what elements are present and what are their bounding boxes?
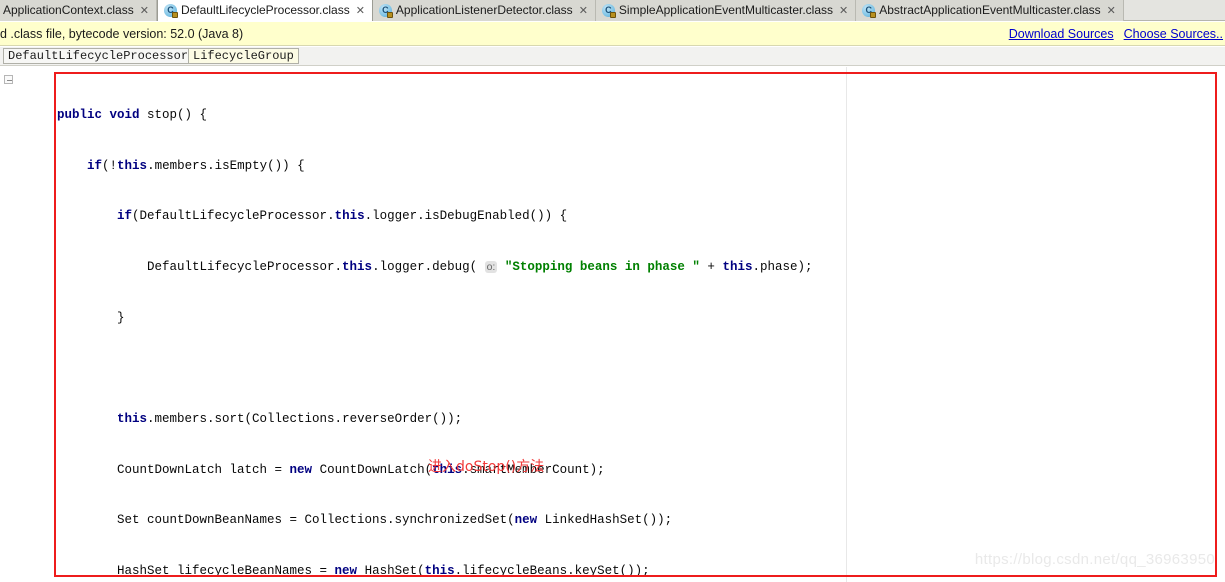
tab-close-icon[interactable]: ✕ bbox=[837, 0, 848, 21]
code-line: public void stop() { bbox=[57, 107, 208, 122]
code-fold-icon[interactable] bbox=[4, 75, 13, 84]
notification-actions: Download Sources Choose Sources.. bbox=[999, 25, 1223, 43]
code-line: if(!this.members.isEmpty()) { bbox=[87, 158, 305, 173]
editor-tab-bar: ApplicationContext.class ✕ C DefaultLife… bbox=[0, 0, 1225, 21]
code-line: if(DefaultLifecycleProcessor.this.logger… bbox=[117, 209, 568, 224]
code-editor[interactable]: public void stop() { if(!this.members.is… bbox=[0, 67, 1225, 582]
notification-message: d .class file, bytecode version: 52.0 (J… bbox=[0, 27, 244, 41]
tab-label: ApplicationContext.class bbox=[3, 3, 134, 17]
tab-label: AbstractApplicationEventMulticaster.clas… bbox=[879, 3, 1101, 17]
java-class-icon: C bbox=[601, 4, 616, 18]
breadcrumb-item-inner-class[interactable]: LifecycleGroup bbox=[188, 48, 299, 64]
tab-abstract-application-event-multicaster[interactable]: C AbstractApplicationEventMulticaster.cl… bbox=[856, 0, 1124, 21]
tab-close-icon[interactable]: ✕ bbox=[354, 0, 365, 21]
breadcrumb-item-class[interactable]: DefaultLifecycleProcessor bbox=[3, 48, 194, 64]
chinese-annotation-text: 进入doStop()方法 bbox=[428, 459, 545, 475]
code-line: DefaultLifecycleProcessor.this.logger.de… bbox=[57, 259, 813, 274]
code-line: this.members.sort(Collections.reverseOrd… bbox=[117, 412, 463, 427]
tab-application-context[interactable]: ApplicationContext.class ✕ bbox=[0, 0, 157, 21]
editor-gutter[interactable] bbox=[0, 67, 55, 582]
tab-label: ApplicationListenerDetector.class bbox=[395, 3, 573, 17]
choose-sources-link[interactable]: Choose Sources.. bbox=[1124, 27, 1223, 41]
code-line: Set countDownBeanNames = Collections.syn… bbox=[57, 513, 673, 528]
tab-close-icon[interactable]: ✕ bbox=[1105, 0, 1116, 21]
tab-default-lifecycle-processor[interactable]: C DefaultLifecycleProcessor.class ✕ bbox=[156, 0, 373, 21]
java-class-icon: C bbox=[862, 4, 877, 18]
tab-label: SimpleApplicationEventMulticaster.class bbox=[618, 3, 834, 17]
breadcrumb: DefaultLifecycleProcessor LifecycleGroup bbox=[0, 47, 1225, 66]
java-class-icon: C bbox=[378, 4, 393, 18]
tab-bar-filler bbox=[1123, 0, 1225, 20]
download-sources-link[interactable]: Download Sources bbox=[1009, 27, 1114, 41]
tab-application-listener-detector[interactable]: C ApplicationListenerDetector.class ✕ bbox=[372, 0, 596, 21]
code-line: CountDownLatch latch = new CountDownLatc… bbox=[57, 462, 605, 477]
code-line: } bbox=[57, 310, 125, 325]
tab-close-icon[interactable]: ✕ bbox=[138, 0, 149, 21]
tab-close-icon[interactable]: ✕ bbox=[577, 0, 588, 21]
tab-simple-application-event-multicaster[interactable]: C SimpleApplicationEventMulticaster.clas… bbox=[595, 0, 857, 21]
decompiled-class-notification-bar: d .class file, bytecode version: 52.0 (J… bbox=[0, 22, 1225, 46]
blog-watermark: https://blog.csdn.net/qq_36963950 bbox=[974, 551, 1215, 568]
java-class-icon: C bbox=[163, 4, 178, 18]
tab-label: DefaultLifecycleProcessor.class bbox=[180, 3, 350, 17]
source-code-view[interactable]: public void stop() { if(!this.members.is… bbox=[57, 73, 1225, 582]
